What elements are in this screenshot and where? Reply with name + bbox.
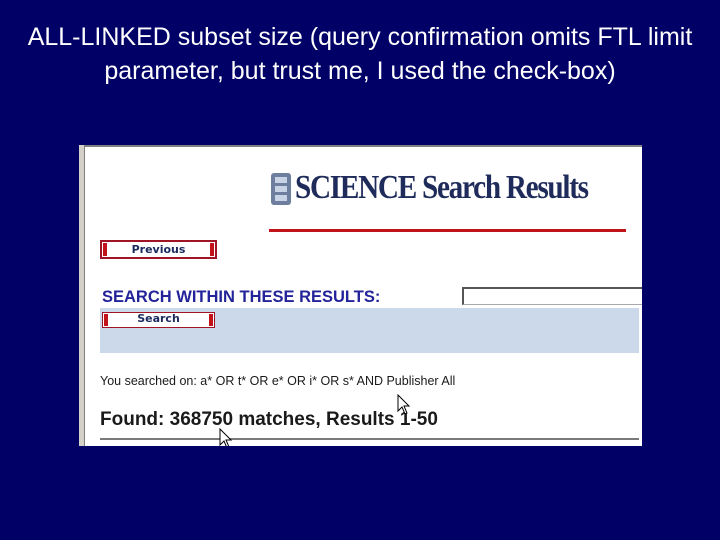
arrow-cursor-icon [219, 428, 233, 446]
window-left-edge [79, 145, 85, 446]
slide-title: ALL-LINKED subset size (query confirmati… [27, 23, 693, 85]
search-within-panel: SEARCH WITHIN THESE RESULTS: Search [100, 285, 642, 353]
results-count: Found: 368750 matches, Results 1-50 [100, 409, 438, 430]
rtf-logo-icon [271, 173, 291, 205]
search-within-input[interactable] [462, 287, 642, 305]
window-top-edge [79, 145, 642, 147]
search-button[interactable]: Search [102, 312, 215, 328]
previous-button[interactable]: Previous [100, 240, 217, 259]
science-logo: SCIENCE Search Results [269, 167, 629, 232]
logo-text: SCIENCE Search Results [295, 169, 589, 206]
search-within-label: SEARCH WITHIN THESE RESULTS: [102, 288, 381, 306]
search-results-screenshot: SCIENCE Search Results Previous SEARCH W… [79, 145, 642, 446]
query-summary: You searched on: a* OR t* OR e* OR i* OR… [100, 374, 456, 388]
results-divider [100, 438, 639, 440]
arrow-cursor-icon [397, 394, 411, 415]
logo-underline [269, 229, 626, 232]
